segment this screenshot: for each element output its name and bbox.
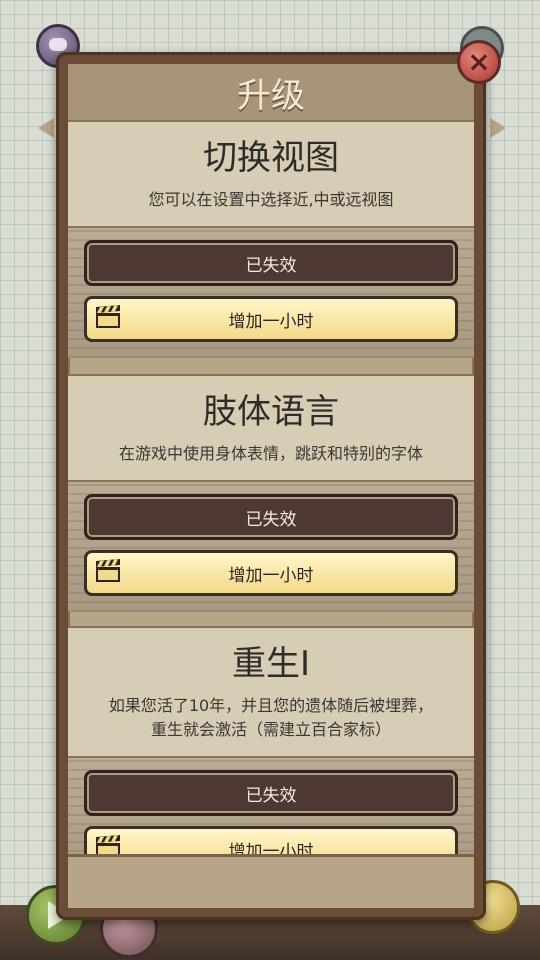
expired-button[interactable]: 已失效 <box>84 770 458 816</box>
add-hour-button[interactable]: 增加一小时 <box>84 296 458 342</box>
page-title: 升级 <box>237 75 305 116</box>
upgrade-card-view: 切换视图 您可以在设置中选择近,中或远视图 已失效 增加一小时 <box>68 120 474 358</box>
card-description-line: 重生就会激活（需建立百合家标） <box>150 720 391 739</box>
panel-footer <box>68 854 474 908</box>
card-actions: 已失效 增加一小时 <box>68 228 474 358</box>
card-header: 重生I 如果您活了10年，并且您的遗体随后被埋葬， 重生就会激活（需建立百合家标… <box>68 626 474 758</box>
card-header: 切换视图 您可以在设置中选择近,中或远视图 <box>68 120 474 228</box>
upgrade-card-body-language: 肢体语言 在游戏中使用身体表情，跳跃和特别的字体 已失效 增加一小时 <box>68 374 474 612</box>
clapperboard-icon <box>96 305 120 328</box>
card-description-line: 如果您活了10年，并且您的遗体随后被埋葬， <box>108 696 434 715</box>
add-hour-button[interactable]: 增加一小时 <box>84 550 458 596</box>
card-title: 切换视图 <box>203 138 339 178</box>
card-description: 如果您活了10年，并且您的遗体随后被埋葬， 重生就会激活（需建立百合家标） <box>68 686 474 756</box>
clapperboard-icon <box>96 559 120 582</box>
arrow-left-icon <box>38 118 54 138</box>
upgrade-card-rebirth: 重生I 如果您活了10年，并且您的遗体随后被埋葬， 重生就会激活（需建立百合家标… <box>68 626 474 888</box>
upgrade-panel-body: 升级 切换视图 您可以在设置中选择近,中或远视图 已失效 增加一小时 肢体语言 … <box>68 64 474 908</box>
expired-button[interactable]: 已失效 <box>84 240 458 286</box>
card-title: 肢体语言 <box>203 392 339 432</box>
close-icon[interactable]: × <box>457 40 501 84</box>
card-actions: 已失效 增加一小时 <box>68 482 474 612</box>
arrow-right-icon <box>490 118 506 138</box>
card-description: 您可以在设置中选择近,中或远视图 <box>148 190 394 209</box>
card-header: 肢体语言 在游戏中使用身体表情，跳跃和特别的字体 <box>68 374 474 482</box>
card-title: 重生I <box>231 644 311 684</box>
add-hour-label: 增加一小时 <box>228 311 314 332</box>
card-description: 在游戏中使用身体表情，跳跃和特别的字体 <box>118 444 423 463</box>
add-hour-label: 增加一小时 <box>228 565 314 586</box>
title-bar: 升级 <box>68 64 474 123</box>
upgrade-panel: 升级 切换视图 您可以在设置中选择近,中或远视图 已失效 增加一小时 肢体语言 … <box>56 52 486 920</box>
expired-button[interactable]: 已失效 <box>84 494 458 540</box>
